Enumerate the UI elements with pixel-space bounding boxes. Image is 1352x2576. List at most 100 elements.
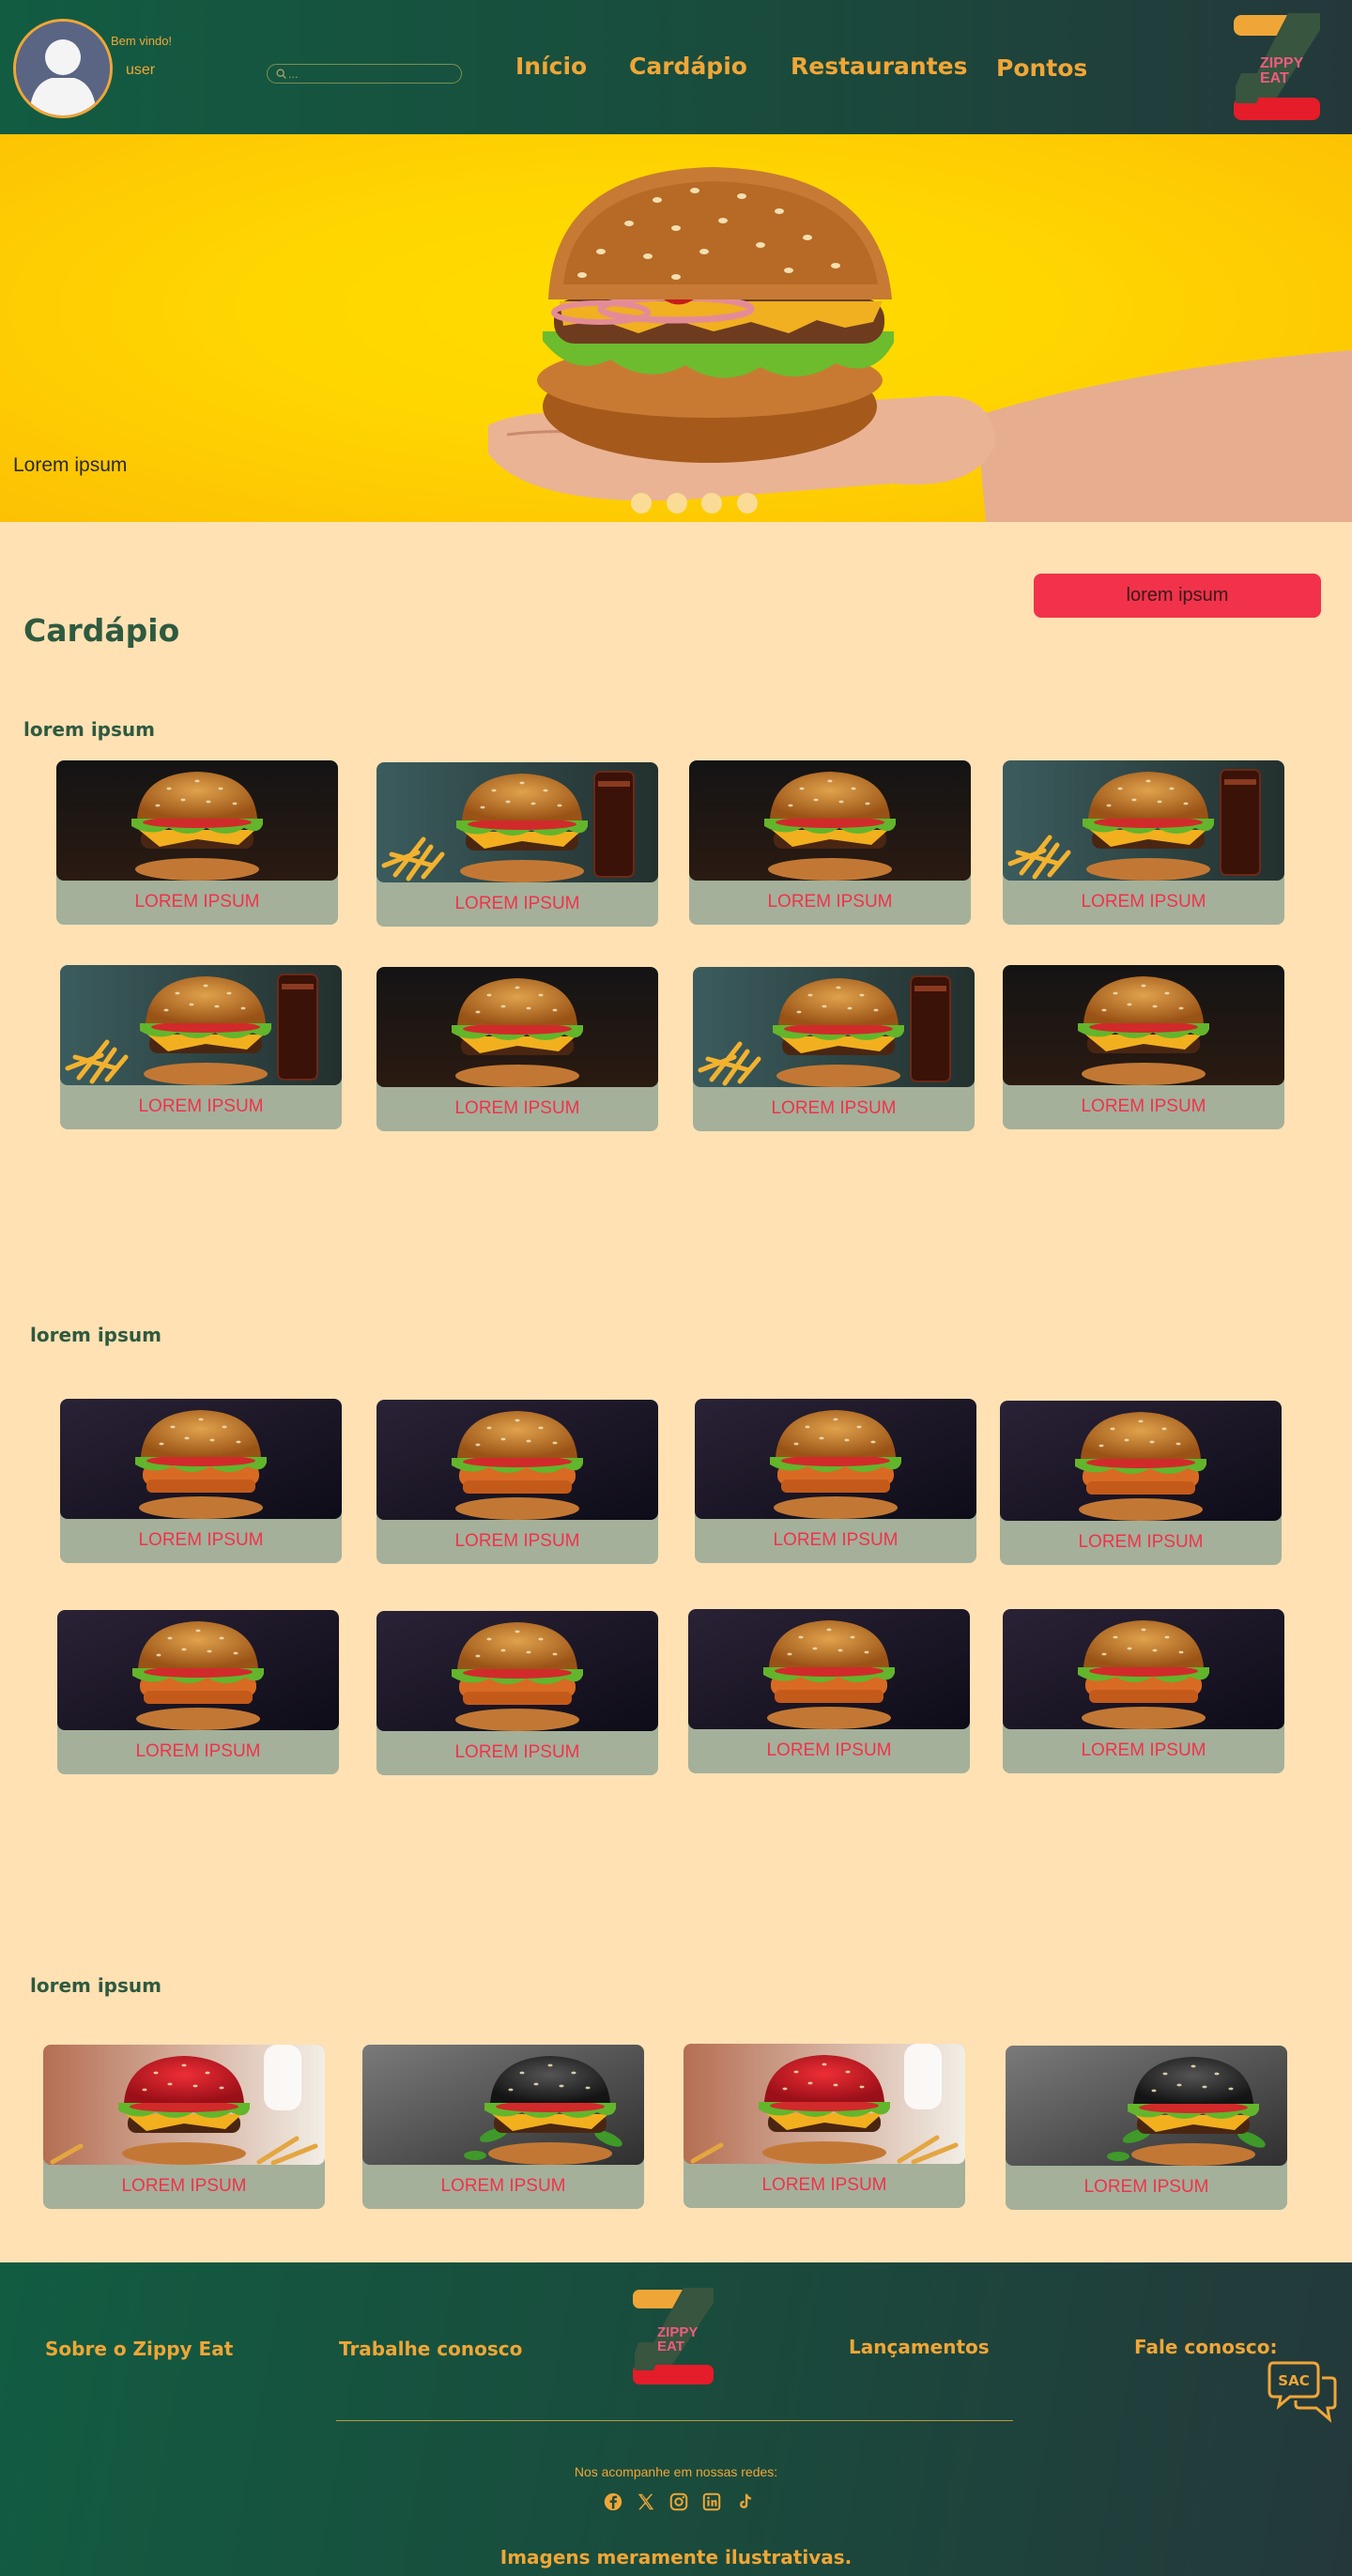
menu-card-label: LOREM IPSUM bbox=[135, 1741, 261, 1761]
menu-card-label: LOREM IPSUM bbox=[766, 1740, 892, 1760]
menu-card[interactable]: LOREM IPSUM bbox=[57, 1610, 339, 1774]
menu-card[interactable]: LOREM IPSUM bbox=[1003, 1609, 1284, 1773]
menu-card[interactable]: LOREM IPSUM bbox=[60, 965, 342, 1129]
nav-inicio[interactable]: Início bbox=[515, 53, 587, 80]
sac-chat-icon[interactable]: SAC bbox=[1268, 2357, 1338, 2423]
page-title: Cardápio bbox=[23, 612, 180, 649]
carousel-dot-4[interactable] bbox=[737, 493, 758, 514]
menu-card-label: LOREM IPSUM bbox=[454, 894, 580, 913]
hero-caption: Lorem ipsum bbox=[13, 454, 128, 476]
menu-card[interactable]: LOREM IPSUM bbox=[693, 967, 975, 1131]
burger-image bbox=[688, 1609, 970, 1729]
menu-card[interactable]: LOREM IPSUM bbox=[689, 760, 971, 925]
burger-image bbox=[689, 760, 971, 881]
footer-logo-text-eat: EAT bbox=[657, 2338, 684, 2354]
disclaimer: Imagens meramente ilustrativas. bbox=[499, 2546, 853, 2568]
burger-image bbox=[43, 2045, 325, 2165]
footer-link-sobre[interactable]: Sobre o Zippy Eat bbox=[45, 2338, 233, 2360]
nav-pontos[interactable]: Pontos bbox=[996, 54, 1087, 82]
nav-restaurantes[interactable]: Restaurantes bbox=[791, 53, 968, 80]
menu-card-label: LOREM IPSUM bbox=[134, 892, 260, 912]
burger-image bbox=[56, 760, 338, 881]
footer-divider bbox=[336, 2420, 1013, 2421]
welcome-text: Bem vindo! bbox=[111, 34, 173, 48]
logo-text-zippy: ZIPPY bbox=[1260, 55, 1304, 71]
footer-link-trabalhe[interactable]: Trabalhe conosco bbox=[339, 2338, 522, 2360]
menu-card[interactable]: LOREM IPSUM bbox=[376, 1611, 658, 1775]
burger-image bbox=[1003, 965, 1284, 1085]
menu-card[interactable]: LOREM IPSUM bbox=[1000, 1401, 1282, 1565]
menu-card[interactable]: LOREM IPSUM bbox=[60, 1399, 342, 1563]
menu-card[interactable]: LOREM IPSUM bbox=[56, 760, 338, 925]
logo-text-eat: EAT bbox=[1260, 70, 1289, 86]
menu-card-label: LOREM IPSUM bbox=[138, 1096, 264, 1116]
search-input[interactable] bbox=[288, 67, 457, 82]
section-title-3: lorem ipsum bbox=[30, 1974, 161, 1997]
search-bar[interactable] bbox=[267, 64, 462, 84]
menu-card[interactable]: LOREM IPSUM bbox=[376, 762, 658, 927]
menu-card-label: LOREM IPSUM bbox=[440, 2176, 566, 2196]
linkedin-icon[interactable] bbox=[701, 2491, 722, 2513]
menu-card[interactable]: LOREM IPSUM bbox=[362, 2045, 644, 2209]
hero-banner[interactable]: Lorem ipsum bbox=[0, 134, 1352, 522]
menu-card-label: LOREM IPSUM bbox=[1081, 1096, 1206, 1116]
burger-image bbox=[60, 1399, 342, 1519]
username: user bbox=[126, 62, 156, 78]
menu-card-label: LOREM IPSUM bbox=[454, 1742, 580, 1762]
menu-card[interactable]: LOREM IPSUM bbox=[376, 1400, 658, 1564]
carousel-dot-2[interactable] bbox=[667, 493, 687, 514]
burger-image bbox=[376, 967, 658, 1087]
hero-burger-image bbox=[488, 167, 1352, 522]
menu-card[interactable]: LOREM IPSUM bbox=[1003, 760, 1284, 925]
menu-card[interactable]: LOREM IPSUM bbox=[684, 2044, 965, 2208]
lorem-ipsum-button[interactable]: lorem ipsum bbox=[1034, 574, 1321, 618]
menu-card-label: LOREM IPSUM bbox=[138, 1530, 264, 1550]
menu-card-label: LOREM IPSUM bbox=[454, 1098, 580, 1118]
burger-image bbox=[1003, 1609, 1284, 1729]
menu-card-label: LOREM IPSUM bbox=[121, 2176, 247, 2196]
instagram-icon[interactable] bbox=[668, 2491, 689, 2513]
social-links bbox=[603, 2491, 755, 2513]
burger-image bbox=[1000, 1401, 1282, 1521]
user-avatar[interactable] bbox=[13, 19, 113, 118]
menu-card-label: LOREM IPSUM bbox=[1078, 1532, 1204, 1552]
menu-card[interactable]: LOREM IPSUM bbox=[376, 967, 658, 1131]
user-silhouette-icon bbox=[16, 22, 110, 115]
burger-image bbox=[1003, 760, 1284, 881]
site-header: Bem vindo! user Início Cardápio Restaura… bbox=[0, 0, 1352, 134]
footer-link-fale-conosco[interactable]: Fale conosco: bbox=[1134, 2336, 1277, 2358]
zippy-eat-logo[interactable]: ZIPPY EAT bbox=[1232, 13, 1322, 120]
section-title-2: lorem ipsum bbox=[30, 1324, 161, 1346]
menu-card-label: LOREM IPSUM bbox=[1083, 2177, 1209, 2197]
burger-image bbox=[376, 1611, 658, 1731]
menu-card[interactable]: LOREM IPSUM bbox=[688, 1609, 970, 1773]
menu-card-label: LOREM IPSUM bbox=[1081, 1740, 1206, 1760]
footer-link-lancamentos[interactable]: Lançamentos bbox=[849, 2336, 990, 2358]
section-title-1: lorem ipsum bbox=[23, 718, 155, 741]
menu-card[interactable]: LOREM IPSUM bbox=[695, 1399, 976, 1563]
search-icon bbox=[276, 69, 286, 79]
carousel-dot-3[interactable] bbox=[701, 493, 722, 514]
menu-card-label: LOREM IPSUM bbox=[454, 1531, 580, 1551]
menu-card-label: LOREM IPSUM bbox=[761, 2175, 887, 2195]
burger-image bbox=[695, 1399, 976, 1519]
menu-card[interactable]: LOREM IPSUM bbox=[1003, 965, 1284, 1129]
menu-card-label: LOREM IPSUM bbox=[1081, 892, 1206, 912]
burger-image bbox=[376, 762, 658, 882]
site-footer: Sobre o Zippy Eat Trabalhe conosco Lança… bbox=[0, 2262, 1352, 2576]
burger-image bbox=[60, 965, 342, 1085]
carousel-dot-1[interactable] bbox=[631, 493, 652, 514]
nav-cardapio[interactable]: Cardápio bbox=[629, 53, 747, 80]
menu-card-label: LOREM IPSUM bbox=[773, 1530, 899, 1550]
tiktok-icon[interactable] bbox=[734, 2491, 755, 2513]
menu-card[interactable]: LOREM IPSUM bbox=[43, 2045, 325, 2209]
footer-zippy-eat-logo[interactable]: ZIPPY EAT bbox=[631, 2288, 715, 2384]
menu-card-label: LOREM IPSUM bbox=[771, 1098, 897, 1118]
x-icon[interactable] bbox=[636, 2491, 656, 2513]
facebook-icon[interactable] bbox=[603, 2491, 623, 2513]
menu-card[interactable]: LOREM IPSUM bbox=[1006, 2046, 1287, 2210]
burger-image bbox=[362, 2045, 644, 2165]
burger-image bbox=[57, 1610, 339, 1730]
menu-card-label: LOREM IPSUM bbox=[767, 892, 893, 912]
follow-text: Nos acompanhe em nossas redes: bbox=[574, 2464, 778, 2479]
